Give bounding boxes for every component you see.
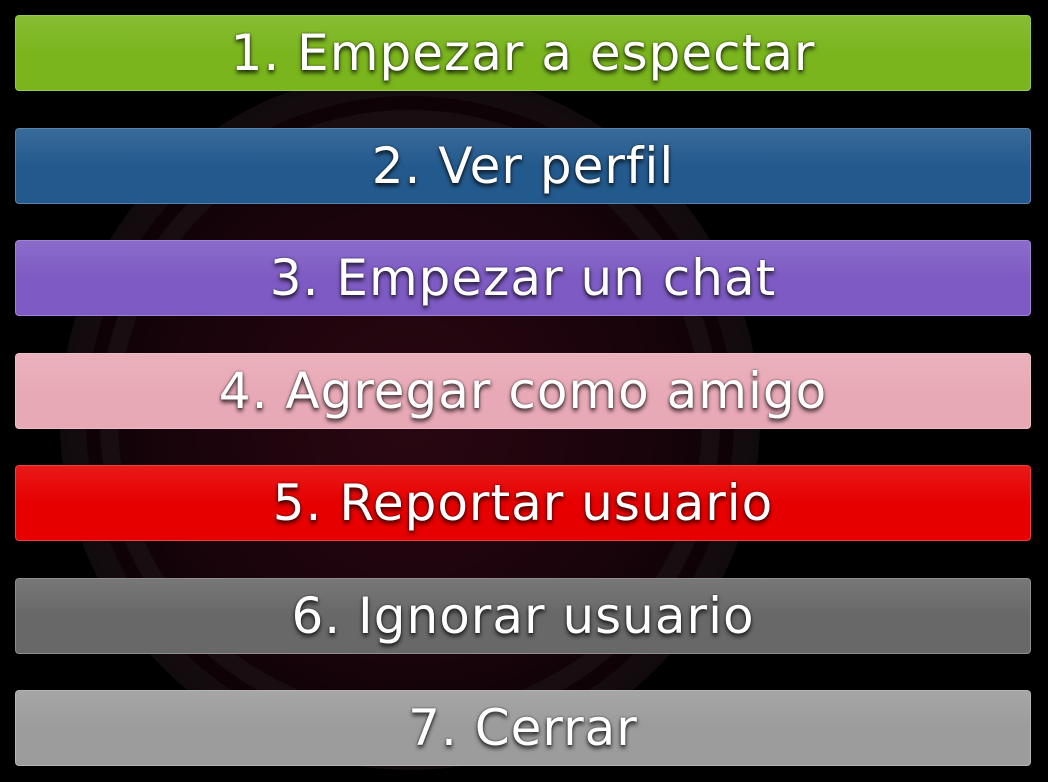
add-friend-button[interactable]: 4. Agregar como amigo xyxy=(15,352,1031,429)
report-user-button[interactable]: 5. Reportar usuario xyxy=(15,465,1031,541)
start-chat-label: 3. Empezar un chat xyxy=(269,249,777,307)
close-label: 7. Cerrar xyxy=(408,699,638,757)
add-friend-label: 4. Agregar como amigo xyxy=(218,361,828,420)
spectate-label: 1. Empezar a espectar xyxy=(230,24,816,82)
view-profile-button[interactable]: 2. Ver perfil xyxy=(15,127,1031,204)
start-chat-button[interactable]: 3. Empezar un chat xyxy=(15,240,1031,316)
view-profile-label: 2. Ver perfil xyxy=(371,136,675,195)
ignore-user-button[interactable]: 6. Ignorar usuario xyxy=(15,577,1031,654)
close-button[interactable]: 7. Cerrar xyxy=(15,690,1031,766)
ignore-user-label: 6. Ignorar usuario xyxy=(291,586,755,645)
report-user-label: 5. Reportar usuario xyxy=(272,474,774,532)
game-menu-screen: 1. Empezar a espectar 2. Ver perfil 3. E… xyxy=(0,0,1048,782)
user-options-menu: 1. Empezar a espectar 2. Ver perfil 3. E… xyxy=(15,15,1033,766)
spectate-button[interactable]: 1. Empezar a espectar xyxy=(15,15,1031,91)
